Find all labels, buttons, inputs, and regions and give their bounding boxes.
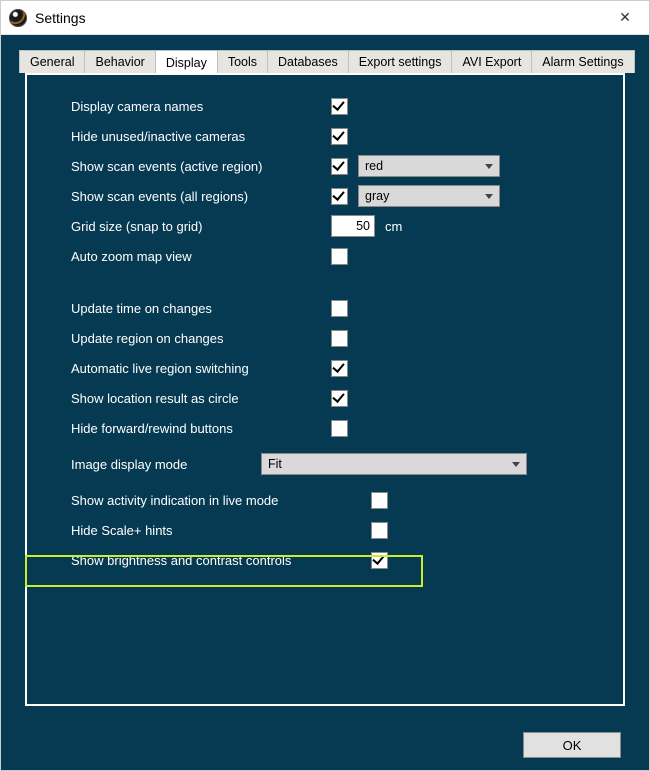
- checkbox-scan-active[interactable]: [331, 158, 348, 175]
- row-image-mode: Image display mode Fit: [71, 449, 605, 479]
- dropdown-scan-all-color-value: gray: [365, 189, 479, 203]
- checkbox-update-time[interactable]: [331, 300, 348, 317]
- label-scan-active: Show scan events (active region): [71, 159, 331, 174]
- tab-general[interactable]: General: [19, 50, 85, 73]
- tab-databases[interactable]: Databases: [267, 50, 349, 73]
- checkbox-loc-circle[interactable]: [331, 390, 348, 407]
- chevron-down-icon: [512, 462, 520, 467]
- tab-avi-export[interactable]: AVI Export: [451, 50, 532, 73]
- label-display-camera-names: Display camera names: [71, 99, 331, 114]
- row-scan-active: Show scan events (active region) red: [71, 151, 605, 181]
- label-scan-all: Show scan events (all regions): [71, 189, 331, 204]
- ok-button[interactable]: OK: [523, 732, 621, 758]
- row-brightness-contrast: Show brightness and contrast controls: [71, 545, 605, 575]
- checkbox-auto-zoom[interactable]: [331, 248, 348, 265]
- row-auto-zoom: Auto zoom map view: [71, 241, 605, 271]
- app-icon: [9, 9, 27, 27]
- label-loc-circle: Show location result as circle: [71, 391, 331, 406]
- checkbox-auto-switch[interactable]: [331, 360, 348, 377]
- tab-tools[interactable]: Tools: [217, 50, 268, 73]
- row-update-time: Update time on changes: [71, 293, 605, 323]
- chevron-down-icon: [485, 194, 493, 199]
- row-loc-circle: Show location result as circle: [71, 383, 605, 413]
- row-display-camera-names: Display camera names: [71, 91, 605, 121]
- input-grid-size[interactable]: [331, 215, 375, 237]
- label-update-region: Update region on changes: [71, 331, 331, 346]
- label-auto-zoom: Auto zoom map view: [71, 249, 331, 264]
- spacer: [71, 271, 605, 293]
- row-update-region: Update region on changes: [71, 323, 605, 353]
- tab-alarm-settings[interactable]: Alarm Settings: [531, 50, 634, 73]
- dropdown-image-mode-value: Fit: [268, 457, 506, 471]
- dropdown-scan-active-color-value: red: [365, 159, 479, 173]
- tab-display[interactable]: Display: [155, 50, 218, 74]
- row-hide-scale-hints: Hide Scale+ hints: [71, 515, 605, 545]
- checkbox-hide-ffrw[interactable]: [331, 420, 348, 437]
- checkbox-activity-live[interactable]: [371, 492, 388, 509]
- titlebar: Settings ✕: [1, 1, 649, 35]
- dialog-footer: OK: [1, 720, 649, 770]
- tab-behavior[interactable]: Behavior: [84, 50, 155, 73]
- close-icon: ✕: [619, 9, 631, 26]
- label-image-mode: Image display mode: [71, 457, 261, 472]
- checkbox-hide-unused[interactable]: [331, 128, 348, 145]
- row-activity-live: Show activity indication in live mode: [71, 485, 605, 515]
- close-button[interactable]: ✕: [609, 5, 641, 31]
- row-hide-ffrw: Hide forward/rewind buttons: [71, 413, 605, 443]
- row-auto-switch: Automatic live region switching: [71, 353, 605, 383]
- label-hide-scale-hints: Hide Scale+ hints: [71, 523, 371, 538]
- tab-body-wrap: Display camera names Hide unused/inactiv…: [1, 73, 649, 720]
- label-brightness-contrast: Show brightness and contrast controls: [71, 553, 371, 568]
- checkbox-brightness-contrast[interactable]: [371, 552, 388, 569]
- dropdown-scan-all-color[interactable]: gray: [358, 185, 500, 207]
- row-hide-unused: Hide unused/inactive cameras: [71, 121, 605, 151]
- label-hide-ffrw: Hide forward/rewind buttons: [71, 421, 331, 436]
- tab-body-display: Display camera names Hide unused/inactiv…: [25, 73, 625, 706]
- label-auto-switch: Automatic live region switching: [71, 361, 331, 376]
- dropdown-scan-active-color[interactable]: red: [358, 155, 500, 177]
- checkbox-update-region[interactable]: [331, 330, 348, 347]
- row-grid-size: Grid size (snap to grid) cm: [71, 211, 605, 241]
- checkbox-hide-scale-hints[interactable]: [371, 522, 388, 539]
- client-area: General Behavior Display Tools Databases…: [1, 35, 649, 770]
- row-scan-all: Show scan events (all regions) gray: [71, 181, 605, 211]
- window-title: Settings: [35, 10, 609, 26]
- unit-grid-size: cm: [385, 219, 402, 234]
- checkbox-scan-all[interactable]: [331, 188, 348, 205]
- label-grid-size: Grid size (snap to grid): [71, 219, 331, 234]
- label-update-time: Update time on changes: [71, 301, 331, 316]
- tab-export-settings[interactable]: Export settings: [348, 50, 453, 73]
- label-hide-unused: Hide unused/inactive cameras: [71, 129, 331, 144]
- tab-strip: General Behavior Display Tools Databases…: [1, 35, 649, 73]
- label-activity-live: Show activity indication in live mode: [71, 493, 371, 508]
- checkbox-display-camera-names[interactable]: [331, 98, 348, 115]
- dropdown-image-mode[interactable]: Fit: [261, 453, 527, 475]
- settings-window: Settings ✕ General Behavior Display Tool…: [0, 0, 650, 771]
- chevron-down-icon: [485, 164, 493, 169]
